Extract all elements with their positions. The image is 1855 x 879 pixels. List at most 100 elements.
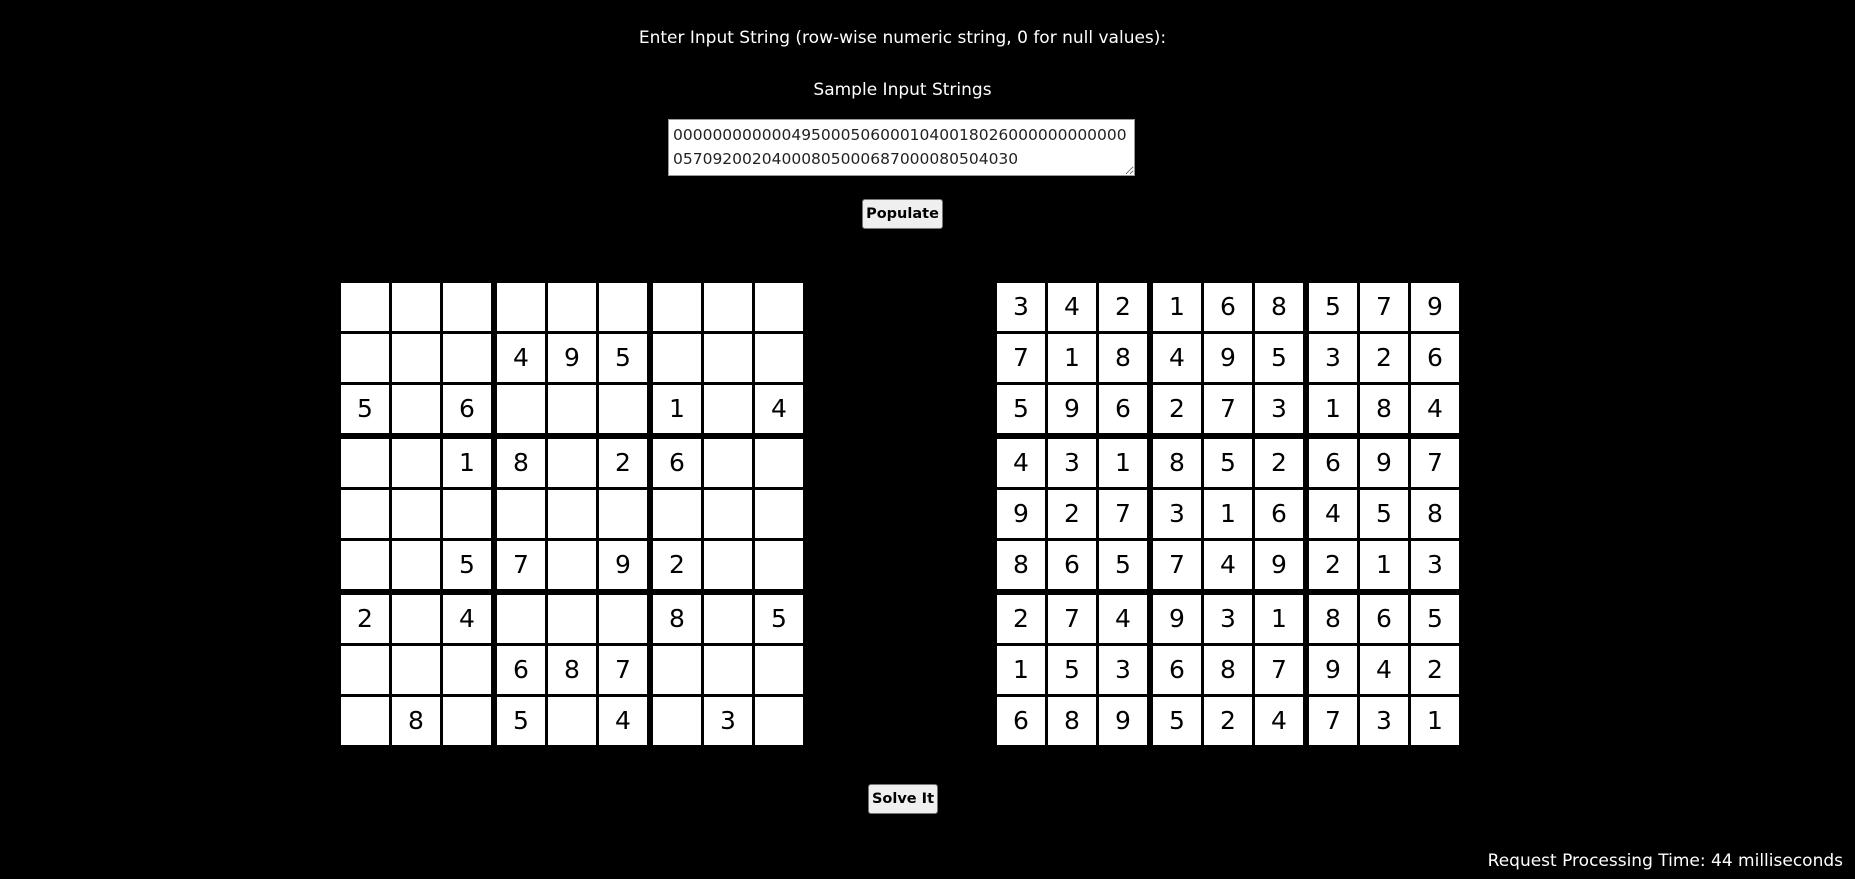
puzzle-cell-r9-c2[interactable]: 8 <box>392 697 440 745</box>
puzzle-cell-r5-c8[interactable] <box>704 490 752 538</box>
puzzle-cell-r9-c7[interactable] <box>653 697 701 745</box>
puzzle-cell-r2-c5[interactable]: 9 <box>548 334 596 382</box>
puzzle-cell-r2-c9[interactable] <box>755 334 803 382</box>
puzzle-cell-r6-c9[interactable] <box>755 541 803 589</box>
puzzle-cell-r4-c9[interactable] <box>755 439 803 487</box>
puzzle-cell-r9-c4[interactable]: 5 <box>497 697 545 745</box>
puzzle-cell-r2-c7[interactable] <box>653 334 701 382</box>
puzzle-cell-r8-c6[interactable]: 7 <box>599 646 647 694</box>
puzzle-cell-r1-c8[interactable] <box>704 283 752 331</box>
puzzle-cell-r2-c1[interactable] <box>341 334 389 382</box>
puzzle-cell-r5-c1[interactable] <box>341 490 389 538</box>
puzzle-cell-r2-c6[interactable]: 5 <box>599 334 647 382</box>
solution-cell-r3-c4: 2 <box>1153 385 1201 433</box>
puzzle-cell-r9-c6[interactable]: 4 <box>599 697 647 745</box>
puzzle-cell-r5-c9[interactable] <box>755 490 803 538</box>
puzzle-cell-r1-c2[interactable] <box>392 283 440 331</box>
puzzle-cell-r3-c3[interactable]: 6 <box>443 385 491 433</box>
puzzle-cell-r3-c8[interactable] <box>704 385 752 433</box>
puzzle-cell-r8-c1[interactable] <box>341 646 389 694</box>
input-string-textarea[interactable]: 0000000000004950005060001040018026000000… <box>668 119 1135 176</box>
puzzle-cell-r4-c8[interactable] <box>704 439 752 487</box>
puzzle-cell-r4-c6[interactable]: 2 <box>599 439 647 487</box>
puzzle-cell-r3-c5[interactable] <box>548 385 596 433</box>
puzzle-cell-r1-c3[interactable] <box>443 283 491 331</box>
puzzle-cell-r3-c2[interactable] <box>392 385 440 433</box>
puzzle-cell-r8-c9[interactable] <box>755 646 803 694</box>
puzzle-cell-r2-c4[interactable]: 4 <box>497 334 545 382</box>
puzzle-cell-r4-c2[interactable] <box>392 439 440 487</box>
puzzle-cell-r3-c4[interactable] <box>497 385 545 433</box>
solution-cell-r2-c3: 8 <box>1099 334 1147 382</box>
puzzle-cell-r7-c2[interactable] <box>392 595 440 643</box>
puzzle-cell-r7-c9[interactable]: 5 <box>755 595 803 643</box>
solution-cell-r2-c8: 2 <box>1360 334 1408 382</box>
puzzle-cell-r2-c3[interactable] <box>443 334 491 382</box>
puzzle-cell-r5-c7[interactable] <box>653 490 701 538</box>
puzzle-cell-r9-c8[interactable]: 3 <box>704 697 752 745</box>
puzzle-cell-r6-c1[interactable] <box>341 541 389 589</box>
puzzle-cell-r8-c2[interactable] <box>392 646 440 694</box>
puzzle-cell-r7-c1[interactable]: 2 <box>341 595 389 643</box>
solution-cell-r6-c5: 4 <box>1204 541 1252 589</box>
puzzle-cell-r5-c3[interactable] <box>443 490 491 538</box>
puzzle-cell-r9-c5[interactable] <box>548 697 596 745</box>
puzzle-cell-r1-c5[interactable] <box>548 283 596 331</box>
puzzle-grid: 49556141826579224856878543 <box>341 283 809 751</box>
solution-cell-r7-c1: 2 <box>997 595 1045 643</box>
solution-cell-r6-c8: 1 <box>1360 541 1408 589</box>
puzzle-cell-r9-c1[interactable] <box>341 697 389 745</box>
puzzle-cell-r6-c7[interactable]: 2 <box>653 541 701 589</box>
puzzle-cell-r8-c7[interactable] <box>653 646 701 694</box>
puzzle-cell-r2-c8[interactable] <box>704 334 752 382</box>
puzzle-cell-r1-c4[interactable] <box>497 283 545 331</box>
solution-cell-r9-c7: 7 <box>1309 697 1357 745</box>
puzzle-cell-r7-c8[interactable] <box>704 595 752 643</box>
puzzle-cell-r5-c2[interactable] <box>392 490 440 538</box>
puzzle-cell-r7-c5[interactable] <box>548 595 596 643</box>
puzzle-cell-r4-c5[interactable] <box>548 439 596 487</box>
solution-cell-r9-c4: 5 <box>1153 697 1201 745</box>
puzzle-cell-r6-c4[interactable]: 7 <box>497 541 545 589</box>
puzzle-cell-r1-c6[interactable] <box>599 283 647 331</box>
populate-button[interactable]: Populate <box>862 199 943 229</box>
puzzle-cell-r6-c5[interactable] <box>548 541 596 589</box>
sample-input-strings-link[interactable]: Sample Input Strings <box>0 80 1805 100</box>
solution-cell-r2-c4: 4 <box>1153 334 1201 382</box>
puzzle-cell-r8-c8[interactable] <box>704 646 752 694</box>
solve-it-button[interactable]: Solve It <box>868 784 938 814</box>
solution-cell-r9-c2: 8 <box>1048 697 1096 745</box>
puzzle-cell-r4-c3[interactable]: 1 <box>443 439 491 487</box>
puzzle-cell-r8-c4[interactable]: 6 <box>497 646 545 694</box>
solution-cell-r3-c6: 3 <box>1255 385 1303 433</box>
solution-cell-r4-c5: 5 <box>1204 439 1252 487</box>
puzzle-cell-r9-c3[interactable] <box>443 697 491 745</box>
puzzle-cell-r5-c6[interactable] <box>599 490 647 538</box>
puzzle-cell-r2-c2[interactable] <box>392 334 440 382</box>
puzzle-cell-r7-c3[interactable]: 4 <box>443 595 491 643</box>
puzzle-cell-r6-c3[interactable]: 5 <box>443 541 491 589</box>
puzzle-cell-r6-c2[interactable] <box>392 541 440 589</box>
puzzle-cell-r4-c1[interactable] <box>341 439 389 487</box>
puzzle-cell-r9-c9[interactable] <box>755 697 803 745</box>
puzzle-cell-r3-c9[interactable]: 4 <box>755 385 803 433</box>
puzzle-cell-r1-c9[interactable] <box>755 283 803 331</box>
puzzle-cell-r7-c7[interactable]: 8 <box>653 595 701 643</box>
puzzle-cell-r3-c1[interactable]: 5 <box>341 385 389 433</box>
input-prompt-label: Enter Input String (row-wise numeric str… <box>638 28 1167 48</box>
puzzle-cell-r3-c7[interactable]: 1 <box>653 385 701 433</box>
puzzle-cell-r8-c5[interactable]: 8 <box>548 646 596 694</box>
puzzle-cell-r6-c6[interactable]: 9 <box>599 541 647 589</box>
puzzle-cell-r4-c4[interactable]: 8 <box>497 439 545 487</box>
puzzle-cell-r5-c5[interactable] <box>548 490 596 538</box>
puzzle-cell-r8-c3[interactable] <box>443 646 491 694</box>
solution-cell-r4-c8: 9 <box>1360 439 1408 487</box>
puzzle-cell-r4-c7[interactable]: 6 <box>653 439 701 487</box>
puzzle-cell-r7-c6[interactable] <box>599 595 647 643</box>
puzzle-cell-r1-c1[interactable] <box>341 283 389 331</box>
puzzle-cell-r3-c6[interactable] <box>599 385 647 433</box>
puzzle-cell-r6-c8[interactable] <box>704 541 752 589</box>
puzzle-cell-r7-c4[interactable] <box>497 595 545 643</box>
puzzle-cell-r1-c7[interactable] <box>653 283 701 331</box>
puzzle-cell-r5-c4[interactable] <box>497 490 545 538</box>
